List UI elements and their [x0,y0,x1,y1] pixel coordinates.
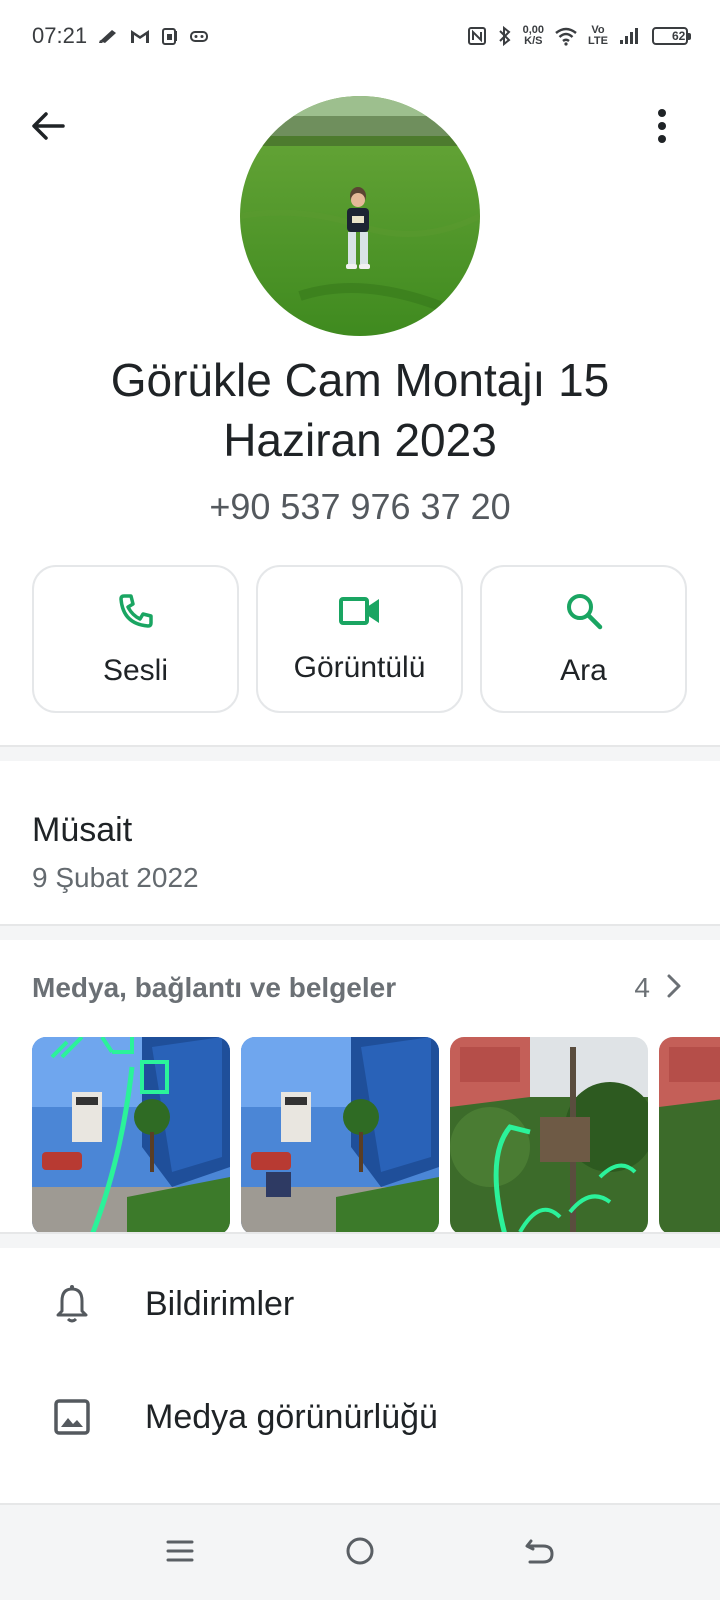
voice-call-button[interactable]: Sesli [32,565,239,713]
media-strip [32,1037,720,1235]
game-controller-icon [189,28,209,44]
video-call-button[interactable]: Görüntülü [256,565,463,713]
videocam-icon [338,594,381,633]
media-thumbnail[interactable] [32,1037,230,1235]
media-count: 4 [634,972,650,1003]
net-speed: 0,00 K/S [522,24,545,47]
media-thumbnail[interactable] [450,1037,648,1235]
about-status[interactable]: Müsait [32,811,132,850]
more-vert-icon [657,108,667,149]
search-button[interactable]: Ara [480,565,687,713]
section-divider [0,924,720,940]
media-thumbnail[interactable] [659,1037,720,1235]
media-visibility-row[interactable]: Medya görünürlüğü [0,1362,720,1472]
home-button[interactable] [336,1529,384,1577]
navigation-bar [0,1503,720,1600]
gmail-icon [129,27,151,45]
recents-button[interactable] [156,1529,204,1577]
media-visibility-label: Medya görünürlüğü [145,1397,438,1436]
system-back-button[interactable] [516,1529,564,1577]
section-divider [0,745,720,761]
bell-icon [52,1284,92,1324]
section-divider [0,1232,720,1248]
image-icon [52,1397,92,1437]
media-header[interactable]: Medya, bağlantı ve belgeler 4 [32,972,682,1004]
menu-icon [165,1536,195,1571]
contact-phone: +90 537 976 37 20 [209,486,511,527]
battery-icon: 62 [652,27,691,45]
contact-name: Görükle Cam Montajı 15 Haziran 2023 [110,354,610,466]
sim-card-icon [161,27,179,45]
media-title: Medya, bağlantı ve belgeler [32,972,397,1003]
brush-icon [97,27,119,45]
volte-indicator: Vo LTE [588,24,608,47]
status-left: 07:21 [32,23,209,49]
wifi-icon [554,26,578,46]
avatar[interactable] [240,96,480,336]
voice-call-label: Sesli [102,653,169,687]
signal-icon [618,26,642,46]
phone-icon [116,591,156,636]
back-icon [524,1536,556,1571]
chevron-right-icon [666,973,682,1004]
notifications-row[interactable]: Bildirimler [0,1249,720,1359]
media-count-wrap: 4 [634,972,682,1004]
search-icon [564,591,604,636]
nfc-icon [467,26,487,46]
status-bar: 07:21 0,00 K/S Vo LTE 62 [0,0,720,72]
about-date: 9 Şubat 2022 [32,862,199,893]
arrow-back-icon [30,110,66,147]
back-button[interactable] [24,104,72,152]
bluetooth-icon [497,25,513,47]
media-thumbnail[interactable] [241,1037,439,1235]
home-icon [344,1535,376,1572]
more-options-button[interactable] [638,104,686,152]
status-right: 0,00 K/S Vo LTE 62 [467,24,691,47]
notifications-label: Bildirimler [145,1284,295,1323]
clock: 07:21 [32,23,88,48]
search-label: Ara [560,653,607,687]
video-call-label: Görüntülü [293,650,426,684]
action-buttons: Sesli Görüntülü Ara [32,565,689,713]
